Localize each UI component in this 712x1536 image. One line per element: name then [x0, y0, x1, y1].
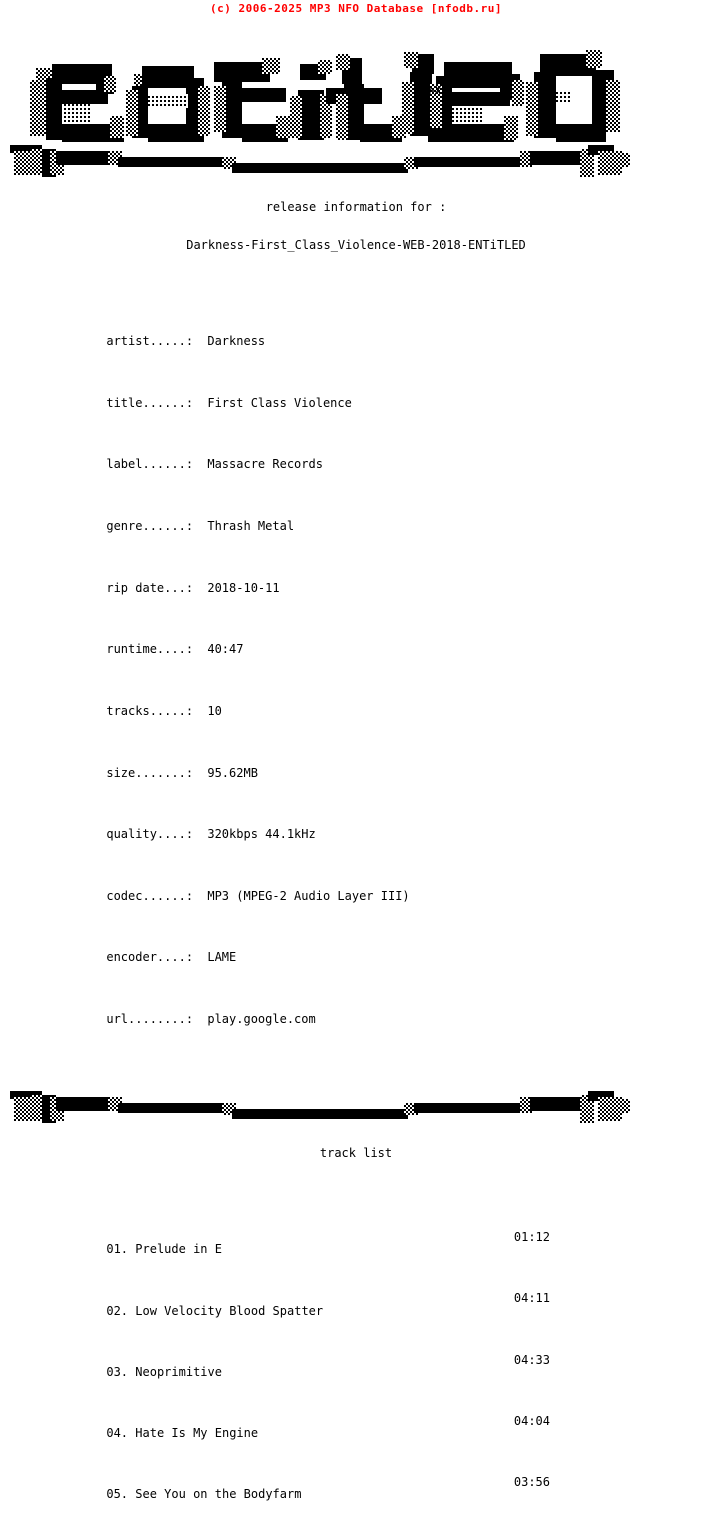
- info-key: rip date...:: [106, 580, 194, 595]
- info-key: url........:: [106, 1012, 194, 1027]
- info-value: LAME: [207, 950, 237, 965]
- track-row[interactable]: 03. Neoprimitive 04:33: [63, 1352, 550, 1391]
- info-key: quality....:: [106, 827, 194, 842]
- info-key: title......:: [106, 395, 194, 410]
- separator-art: [10, 1090, 630, 1123]
- track-list-heading: track list: [319, 1145, 393, 1160]
- info-value: Thrash Metal: [207, 519, 295, 534]
- track-row[interactable]: 01. Prelude in E 01:12: [63, 1231, 550, 1268]
- info-value: First Class Violence: [207, 395, 352, 410]
- info-row: artist.....: Darkness: [63, 323, 712, 360]
- nfo-viewer-page: { "banner": { "copyright": "(c) 2006-202…: [0, 0, 712, 1501]
- track-title: Low Velocity Blood Spatter: [135, 1303, 324, 1318]
- track-number: 01.: [106, 1242, 129, 1257]
- release-heading: release information for :: [265, 200, 447, 215]
- logo-artist-signature: hX!: [428, 84, 448, 97]
- track-number: 02.: [106, 1303, 129, 1318]
- track-row[interactable]: 05. See You on the Bodyfarm 03:56: [63, 1476, 550, 1513]
- release-information-section: release information for : Darkness-First…: [0, 177, 712, 1075]
- info-row: url........: play.google.com: [63, 1001, 712, 1038]
- info-row: runtime....: 40:47: [63, 631, 712, 668]
- info-key: runtime....:: [106, 642, 194, 657]
- track-title: See You on the Bodyfarm: [135, 1487, 302, 1502]
- info-row: codec......: MP3 (MPEG-2 Audio Layer III): [63, 877, 712, 914]
- track-title: Neoprimitive: [135, 1364, 222, 1379]
- ascii-logo-art: [30, 50, 620, 142]
- track-duration: 03:56: [513, 1475, 550, 1490]
- info-value: Darkness: [207, 334, 266, 349]
- info-key: tracks.....:: [106, 703, 194, 718]
- info-row: quality....: 320kbps 44.1kHz: [63, 816, 712, 853]
- separator-bar-tracklist: [0, 1089, 712, 1123]
- release-dirname: Darkness-First_Class_Violence-WEB-2018-E…: [186, 237, 526, 252]
- info-key: label......:: [106, 457, 194, 472]
- info-key: codec......:: [106, 888, 194, 903]
- track-number: 05.: [106, 1487, 129, 1502]
- track-row[interactable]: 04. Hate Is My Engine 04:04: [63, 1415, 550, 1452]
- track-title: Prelude in E: [135, 1242, 222, 1257]
- info-value: 10: [207, 703, 222, 718]
- info-row: genre......: Thrash Metal: [63, 508, 712, 545]
- track-duration: 04:11: [513, 1291, 550, 1306]
- info-key: size.......:: [106, 765, 194, 780]
- separator-art: [10, 145, 630, 177]
- info-value: 40:47: [207, 642, 244, 657]
- track-number: 03.: [106, 1364, 129, 1379]
- track-row[interactable]: 02. Low Velocity Blood Spatter 04:11: [63, 1292, 550, 1329]
- info-value: 2018-10-11: [207, 580, 280, 595]
- copyright-banner: (c) 2006-2025 MP3 NFO Database [nfodb.ru…: [209, 2, 503, 15]
- info-key: genre......:: [106, 519, 194, 534]
- info-value: 320kbps 44.1kHz: [207, 827, 316, 842]
- info-value: MP3 (MPEG-2 Audio Layer III): [207, 888, 410, 903]
- track-list-rows: 01. Prelude in E 01:12 02. Low Velocity B…: [0, 1197, 712, 1536]
- ascii-logo: hX!: [0, 28, 712, 143]
- info-row: label......: Massacre Records: [63, 446, 712, 483]
- info-value[interactable]: play.google.com: [207, 1012, 315, 1026]
- info-row: encoder....: LAME: [63, 939, 712, 976]
- track-duration: 04:33: [513, 1352, 550, 1367]
- info-row: tracks.....: 10: [63, 693, 712, 730]
- track-list-section: track list 01. Prelude in E 01:12 02. Low…: [0, 1123, 712, 1536]
- info-row: rip date...: 2018-10-11: [63, 569, 712, 606]
- separator-bar-top: [0, 143, 712, 177]
- track-duration: 04:04: [513, 1413, 550, 1428]
- info-value: Massacre Records: [207, 457, 323, 472]
- track-duration: 01:12: [513, 1229, 550, 1244]
- info-key: encoder....:: [106, 950, 194, 965]
- track-number: 04.: [106, 1426, 129, 1441]
- info-row: title......: First Class Violence: [63, 384, 712, 421]
- release-fields: artist.....: Darkness title......: First C…: [0, 288, 712, 1062]
- track-title: Hate Is My Engine: [135, 1426, 259, 1441]
- info-key: artist.....:: [106, 334, 194, 349]
- info-row: size.......: 95.62MB: [63, 754, 712, 791]
